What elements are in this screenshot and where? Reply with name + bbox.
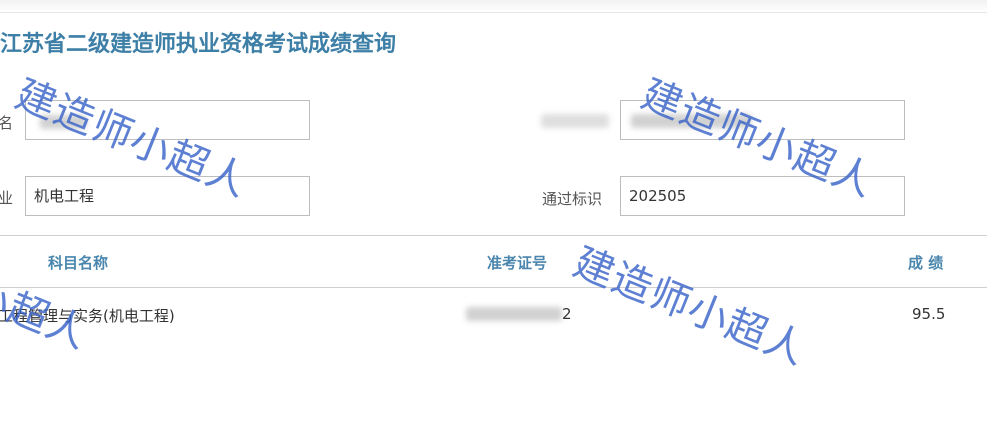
header-subject: 科目名称 [48,254,109,272]
watermark: 建造师小超人 [567,239,813,375]
row-exam-number-tail: 2 [562,305,572,323]
table-top-divider [0,235,987,236]
pass-mark-label: 通过标识 [542,190,603,208]
name-label: 名 [0,114,14,132]
pass-mark-field[interactable]: 202505 [620,176,905,216]
row-score: 95.5 [912,305,946,323]
page-title: 江苏省二级建造师执业资格考试成绩查询 [0,32,397,57]
header-score: 成 绩 [908,254,944,272]
id-label-redaction [541,114,609,128]
name-field[interactable] [25,100,310,140]
table-header-divider [0,287,987,288]
exam-number-redaction [466,307,562,321]
specialty-field[interactable]: 机电工程 [25,176,310,216]
header-exam-number: 准考证号 [487,254,548,272]
id-number-field[interactable] [620,100,905,140]
specialty-label: 业 [0,189,14,207]
top-bar [0,0,987,13]
row-subject: 工程管理与实务(机电工程) [0,307,175,325]
id-number-redaction [631,114,751,128]
name-redaction [40,115,86,129]
